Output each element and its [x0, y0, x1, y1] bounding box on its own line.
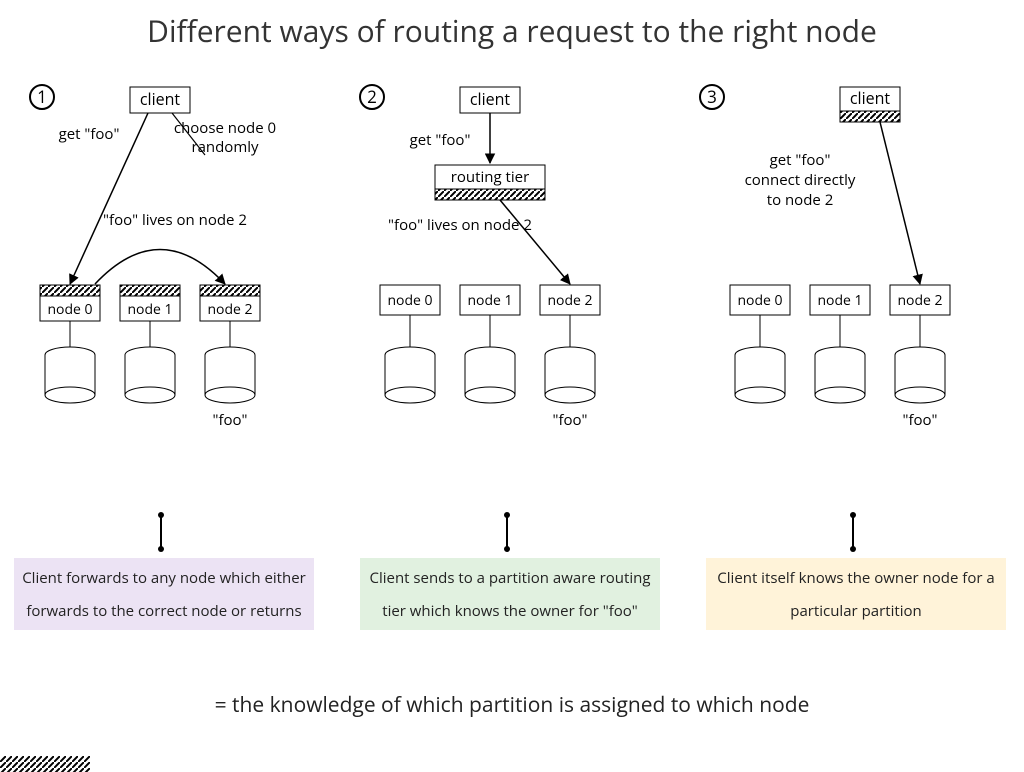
svg-text:"foo": "foo" [552, 410, 587, 430]
svg-text:node 0: node 0 [387, 291, 432, 310]
svg-text:"foo": "foo" [902, 410, 937, 430]
svg-text:get "foo": get "foo" [410, 130, 471, 150]
svg-text:client: client [470, 88, 511, 110]
caption-1: Client forwards to any node which either… [14, 558, 314, 630]
diagram-page: Different ways of routing a request to t… [0, 0, 1024, 747]
svg-text:node 2: node 2 [207, 300, 252, 319]
svg-text:node 0: node 0 [47, 300, 92, 319]
bracket-icon [158, 515, 164, 549]
svg-text:node 1: node 1 [127, 300, 172, 319]
diagrams-svg: 1 client get "foo" choose node 0 randoml… [0, 65, 1024, 545]
svg-text:get "foo": get "foo" [770, 150, 831, 170]
svg-text:2: 2 [367, 85, 377, 108]
svg-text:node 0: node 0 [737, 291, 782, 310]
svg-text:node 2: node 2 [547, 291, 592, 310]
svg-text:connect directly: connect directly [745, 170, 856, 190]
caption-2: Client sends to a partition aware routin… [360, 558, 660, 630]
svg-text:get "foo": get "foo" [59, 124, 120, 144]
bracket-icon [504, 515, 510, 549]
svg-text:routing tier: routing tier [451, 167, 529, 187]
svg-text:3: 3 [707, 85, 717, 108]
svg-text:1: 1 [37, 85, 47, 108]
svg-text:choose node 0: choose node 0 [174, 118, 276, 138]
svg-text:node 1: node 1 [817, 291, 862, 310]
svg-text:"foo" lives on node 2: "foo" lives on node 2 [388, 215, 532, 235]
bracket-icon [850, 515, 856, 549]
page-title: Different ways of routing a request to t… [0, 10, 1024, 51]
svg-text:"foo" lives on node 2: "foo" lives on node 2 [103, 210, 247, 230]
svg-text:"foo": "foo" [212, 410, 247, 430]
svg-text:client: client [850, 87, 891, 109]
svg-text:node 1: node 1 [467, 291, 512, 310]
svg-text:client: client [140, 88, 181, 110]
caption-3: Client itself knows the owner node for a… [706, 558, 1006, 630]
hatch-icon [0, 756, 90, 772]
legend: = the knowledge of which partition is as… [0, 691, 1024, 719]
svg-text:to node 2: to node 2 [767, 190, 834, 210]
legend-text: = the knowledge of which partition is as… [215, 691, 810, 719]
svg-text:node 2: node 2 [897, 291, 942, 310]
svg-text:randomly: randomly [191, 137, 259, 157]
